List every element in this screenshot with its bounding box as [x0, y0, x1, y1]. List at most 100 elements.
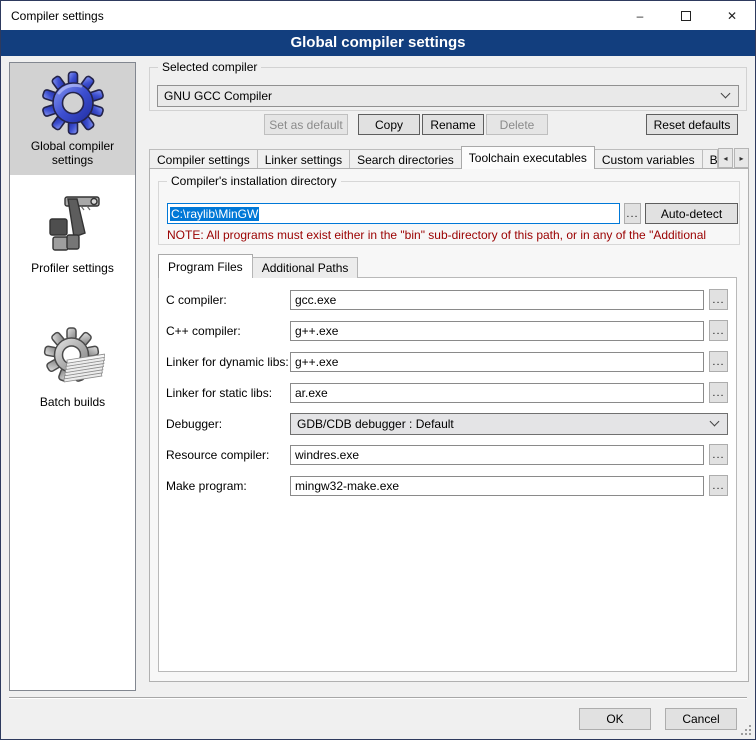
ellipsis-icon: ...: [712, 480, 724, 492]
installation-directory-value: C:\raylib\MinGW: [170, 207, 259, 221]
button-label: Copy: [375, 118, 403, 132]
maximize-icon: [681, 11, 691, 21]
make-program-browse-button[interactable]: ...: [709, 475, 728, 496]
set-as-default-button[interactable]: Set as default: [264, 114, 348, 135]
button-label: Reset defaults: [654, 118, 731, 132]
minimize-icon: –: [637, 10, 644, 22]
auto-detect-button[interactable]: Auto-detect: [645, 203, 738, 224]
cpp-compiler-input[interactable]: g++.exe: [290, 321, 704, 341]
program-files-panel: C compiler: gcc.exe ... C++ compiler: g+…: [158, 277, 737, 672]
installation-directory-browse-button[interactable]: ...: [624, 203, 641, 224]
tab-program-files[interactable]: Program Files: [158, 254, 253, 278]
tab-compiler-settings[interactable]: Compiler settings: [149, 149, 258, 169]
tab-label: Toolchain executables: [469, 151, 587, 165]
selected-compiler-group-label: Selected compiler: [158, 60, 261, 74]
minimize-button[interactable]: –: [617, 1, 663, 30]
tab-label: Linker settings: [265, 153, 342, 167]
dialog-body: Global compiler settings Profiler settin…: [1, 56, 755, 739]
tab-linker-settings[interactable]: Linker settings: [257, 149, 350, 169]
cpp-compiler-label: C++ compiler:: [166, 321, 241, 341]
field-value: ar.exe: [295, 386, 328, 400]
toolchain-executables-panel: Compiler's installation directory C:\ray…: [149, 168, 749, 682]
sidebar-item-global-compiler-settings[interactable]: Global compiler settings: [10, 63, 135, 175]
program-files-tab-strip: Program Files Additional Paths: [158, 254, 358, 278]
linker-dynamic-label: Linker for dynamic libs:: [166, 352, 289, 372]
tab-custom-variables[interactable]: Custom variables: [594, 149, 703, 169]
button-label: Auto-detect: [661, 207, 722, 221]
close-button[interactable]: ✕: [709, 1, 755, 30]
sidebar-item-profiler-settings[interactable]: Profiler settings: [10, 185, 135, 283]
make-program-label: Make program:: [166, 476, 247, 496]
compiler-select[interactable]: GNU GCC Compiler: [157, 85, 739, 107]
linker-static-input[interactable]: ar.exe: [290, 383, 704, 403]
c-compiler-browse-button[interactable]: ...: [709, 289, 728, 310]
button-label: Delete: [500, 118, 535, 132]
main-content: Selected compiler GNU GCC Compiler Set a…: [149, 56, 749, 701]
compiler-select-value: GNU GCC Compiler: [164, 89, 272, 103]
tab-label: Search directories: [357, 153, 454, 167]
footer-divider: [9, 697, 747, 699]
settings-category-list: Global compiler settings Profiler settin…: [9, 62, 136, 691]
linker-dynamic-input[interactable]: g++.exe: [290, 352, 704, 372]
delete-button[interactable]: Delete: [486, 114, 548, 135]
ellipsis-icon: ...: [712, 294, 724, 306]
resource-compiler-label: Resource compiler:: [166, 445, 269, 465]
sidebar-item-label: Batch builds: [12, 395, 133, 409]
button-label: Set as default: [269, 118, 342, 132]
resize-grip[interactable]: [740, 724, 751, 735]
chevron-down-icon: [721, 89, 731, 99]
resource-compiler-browse-button[interactable]: ...: [709, 444, 728, 465]
installation-directory-input[interactable]: C:\raylib\MinGW: [167, 203, 620, 224]
arrow-right-icon: ▸: [739, 154, 743, 163]
tab-scroll-right-button[interactable]: ▸: [734, 148, 749, 168]
tab-label: Custom variables: [602, 153, 695, 167]
sidebar-item-label: Global compiler settings: [12, 139, 133, 167]
bin-subdirectory-note: NOTE: All programs must exist either in …: [167, 228, 739, 242]
copy-button[interactable]: Copy: [358, 114, 420, 135]
arrow-left-icon: ◂: [723, 154, 727, 163]
debugger-label: Debugger:: [166, 414, 222, 434]
cpp-compiler-browse-button[interactable]: ...: [709, 320, 728, 341]
field-value: g++.exe: [295, 355, 338, 369]
rename-button[interactable]: Rename: [422, 114, 484, 135]
window-title: Compiler settings: [1, 9, 617, 23]
field-value: mingw32-make.exe: [295, 479, 399, 493]
sidebar-item-batch-builds[interactable]: Batch builds: [10, 319, 135, 417]
ellipsis-icon: ...: [712, 449, 724, 461]
debugger-select[interactable]: GDB/CDB debugger : Default: [290, 413, 728, 435]
maximize-button[interactable]: [663, 1, 709, 30]
tab-scroll-left-button[interactable]: ◂: [718, 148, 733, 168]
resource-compiler-input[interactable]: windres.exe: [290, 445, 704, 465]
c-compiler-input[interactable]: gcc.exe: [290, 290, 704, 310]
ellipsis-icon: ...: [712, 387, 724, 399]
blue-gear-icon: [41, 71, 105, 135]
cancel-button[interactable]: Cancel: [665, 708, 737, 730]
make-program-input[interactable]: mingw32-make.exe: [290, 476, 704, 496]
button-label: Cancel: [682, 712, 719, 726]
button-label: Rename: [430, 118, 475, 132]
tab-additional-paths[interactable]: Additional Paths: [252, 257, 359, 278]
field-value: windres.exe: [295, 448, 359, 462]
caliper-icon: [41, 193, 105, 257]
field-value: gcc.exe: [295, 293, 336, 307]
field-value: g++.exe: [295, 324, 338, 338]
ellipsis-icon: ...: [626, 208, 638, 220]
tab-search-directories[interactable]: Search directories: [349, 149, 462, 169]
tab-toolchain-executables[interactable]: Toolchain executables: [461, 146, 595, 169]
tab-scroll-buttons: ◂ ▸: [718, 148, 749, 168]
title-bar[interactable]: Compiler settings – ✕: [1, 1, 755, 30]
linker-dynamic-browse-button[interactable]: ...: [709, 351, 728, 372]
reset-defaults-button[interactable]: Reset defaults: [646, 114, 738, 135]
tab-label: Program Files: [168, 260, 243, 274]
c-compiler-label: C compiler:: [166, 290, 227, 310]
settings-tab-strip: Compiler settings Linker settings Search…: [149, 146, 749, 169]
tab-build-options[interactable]: Build: [702, 149, 718, 169]
close-icon: ✕: [727, 10, 737, 22]
linker-static-label: Linker for static libs:: [166, 383, 272, 403]
ok-button[interactable]: OK: [579, 708, 651, 730]
tab-label: Additional Paths: [262, 261, 349, 275]
compiler-settings-dialog: Compiler settings – ✕ Global compiler se…: [0, 0, 756, 740]
page-title: Global compiler settings: [1, 30, 755, 56]
gray-gear-stack-icon: [41, 327, 105, 391]
linker-static-browse-button[interactable]: ...: [709, 382, 728, 403]
